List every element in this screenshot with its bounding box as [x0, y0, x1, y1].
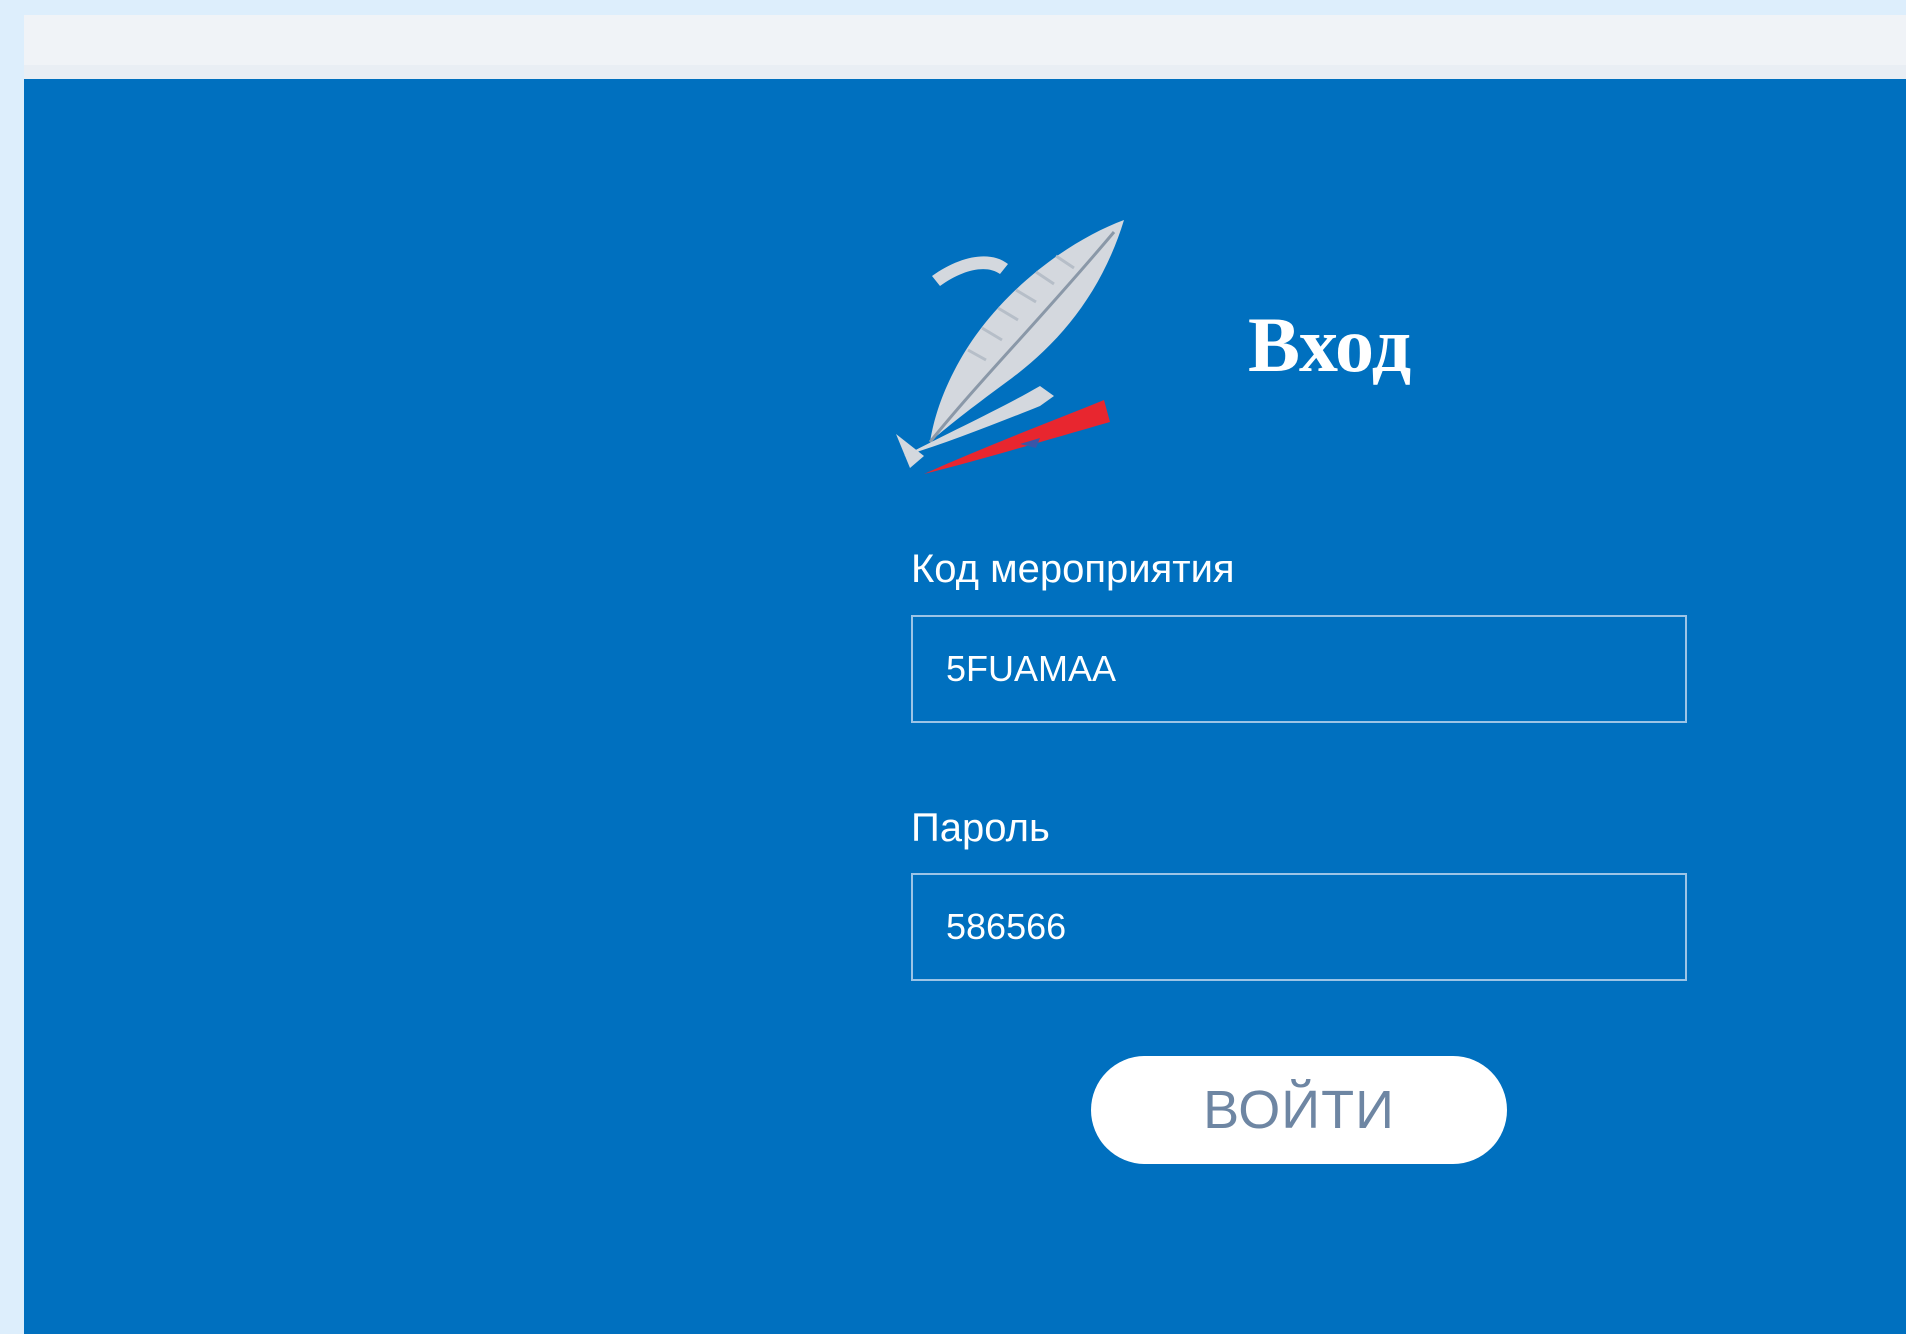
login-button[interactable]: ВОЙТИ: [1091, 1056, 1507, 1164]
page-title: Вход: [1248, 301, 1412, 388]
top-bar: [24, 15, 1906, 65]
password-label: Пароль: [911, 806, 1050, 850]
event-code-label: Код мероприятия: [911, 547, 1235, 591]
event-code-input[interactable]: [911, 615, 1687, 723]
top-bar-edge: [24, 65, 1906, 79]
password-input[interactable]: [911, 873, 1687, 981]
feather-quill-logo-icon: [896, 220, 1124, 474]
